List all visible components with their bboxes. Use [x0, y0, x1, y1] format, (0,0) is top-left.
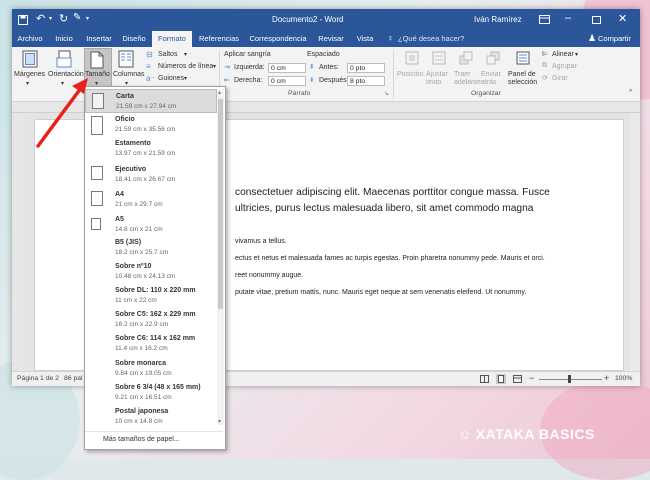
annotation-arrow	[36, 78, 88, 148]
watermark-icon: ☺	[458, 427, 472, 442]
watermark: ☺ XATAKA BASICS	[458, 426, 595, 442]
watermark-text: XATAKA BASICS	[475, 426, 595, 442]
